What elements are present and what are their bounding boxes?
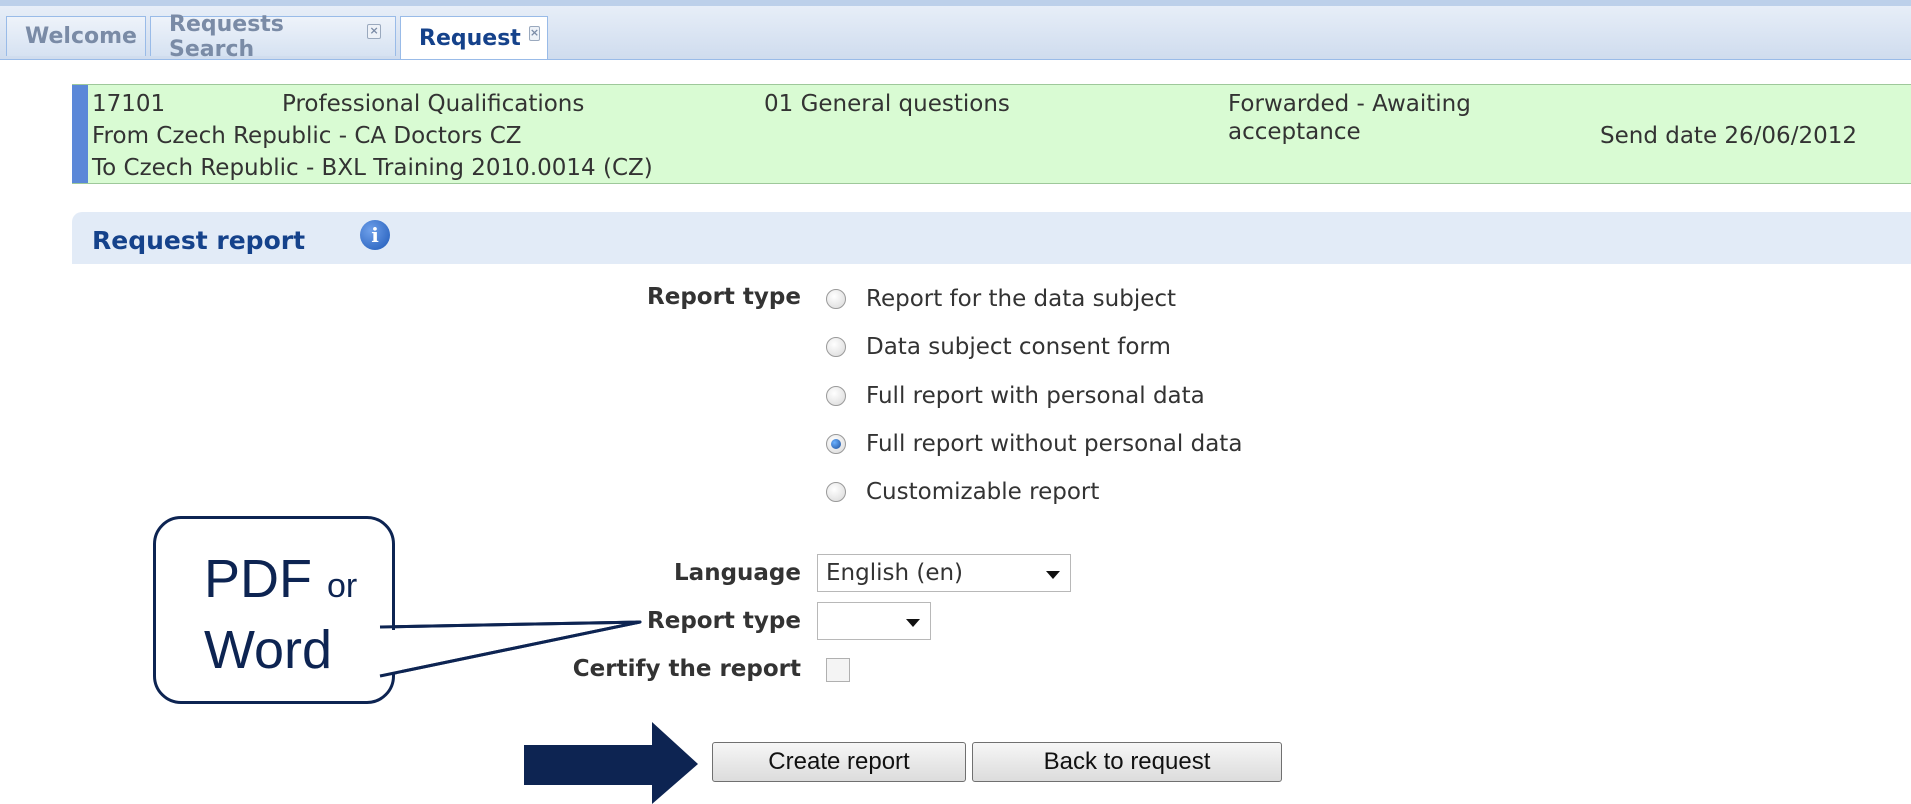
callout-pointer [378,620,642,678]
callout-text: PDF or Word [204,547,357,682]
callout-word-or: or [327,567,358,605]
callout-word-pdf: PDF [204,549,312,609]
annotation-callout: PDF or Word [153,516,395,704]
callout-word-word: Word [204,620,333,680]
